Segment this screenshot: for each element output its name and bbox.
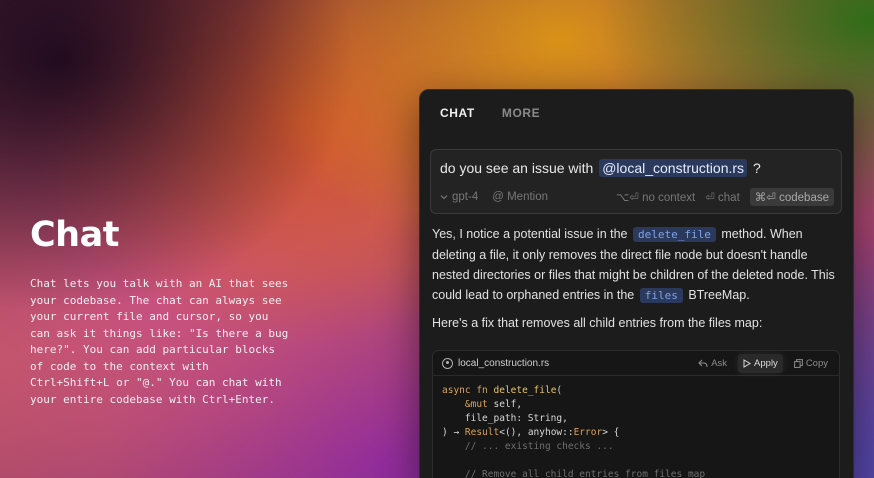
code-body: async fn delete_file( &mut self, file_pa… [433, 376, 839, 478]
code-token: // ... existing checks ... [464, 441, 614, 452]
hero-section: Chat Chat lets you talk with an AI that … [30, 214, 290, 408]
fix-intro: Here's a fix that removes all child entr… [432, 316, 763, 330]
code-line-1: async fn delete_file( [442, 385, 562, 396]
code-token: // Remove all child entries from files m… [464, 469, 706, 478]
code-chip-delete-file: delete_file [633, 227, 716, 242]
apply-label: Apply [754, 357, 778, 369]
tab-chat[interactable]: CHAT [440, 106, 475, 120]
copy-label: Copy [805, 357, 828, 369]
chat-query[interactable]: do you see an issue with @local_construc… [440, 159, 761, 177]
code-filename: local_construction.rs [458, 357, 550, 369]
code-token: Result [464, 427, 500, 438]
play-icon [743, 358, 752, 368]
code-token: Error [573, 427, 603, 438]
apply-button[interactable]: Apply [738, 353, 783, 373]
code-block-header: local_construction.rs Ask Apply Copy [433, 351, 839, 376]
code-line-5: // ... existing checks ... [442, 441, 614, 452]
input-meta-row: gpt-4 @ Mention ⌥⏎ no context ⏎ chat ⌘⏎ … [440, 188, 834, 206]
code-line-2: &mut self, [442, 399, 522, 410]
code-actions: Ask Apply Copy [693, 353, 833, 373]
model-name: gpt-4 [452, 191, 479, 203]
assistant-answer: Yes, I notice a potential issue in the d… [432, 224, 840, 306]
copy-button[interactable]: Copy [789, 354, 833, 373]
mention-button[interactable]: @ Mention [492, 191, 548, 203]
code-token: ) → [442, 427, 465, 438]
reply-icon [698, 359, 708, 367]
panel-tabs: CHAT MORE [440, 106, 540, 120]
code-line-4: ) → Result<(), anyhow::Error> { [442, 427, 619, 438]
code-token: delete_file [493, 385, 557, 396]
code-line-3: file_path: String, [442, 413, 568, 424]
chevron-down-icon [440, 195, 448, 200]
chat-input-box[interactable]: do you see an issue with @local_construc… [430, 149, 842, 214]
file-mention-chip[interactable]: @local_construction.rs [599, 159, 748, 177]
code-token: <(), anyhow:: [499, 427, 574, 438]
hero-description: Chat lets you talk with an AI that sees … [30, 277, 289, 406]
no-context-button[interactable]: ⌥⏎ no context [616, 190, 695, 204]
tab-more[interactable]: MORE [502, 106, 540, 120]
query-text: do you see an issue with [440, 160, 594, 176]
code-token: file_path: String, [464, 413, 568, 424]
code-token: ( [556, 385, 563, 396]
code-token: > { [602, 427, 620, 438]
code-token: self, [487, 399, 523, 410]
chat-panel: CHAT MORE do you see an issue with @loca… [419, 89, 854, 478]
code-line-7: // Remove all child entries from files m… [442, 469, 705, 478]
model-selector[interactable]: gpt-4 [440, 191, 478, 203]
query-suffix: ? [752, 160, 761, 176]
code-token: &mut [464, 399, 488, 410]
answer-text-3: BTreeMap. [688, 288, 750, 302]
chat-submit-button[interactable]: ⏎ chat [705, 190, 740, 204]
code-token: async fn [442, 385, 488, 396]
codebase-button[interactable]: ⌘⏎ codebase [749, 188, 834, 206]
ask-button[interactable]: Ask [693, 354, 732, 373]
hero-title: Chat [30, 215, 119, 255]
code-block: local_construction.rs Ask Apply Copy asy… [432, 350, 840, 478]
code-chip-files: files [639, 288, 683, 303]
answer-text-1: Yes, I notice a potential issue in the [432, 227, 628, 241]
copy-icon [793, 358, 803, 368]
file-icon [442, 357, 453, 369]
ask-label: Ask [711, 357, 728, 369]
